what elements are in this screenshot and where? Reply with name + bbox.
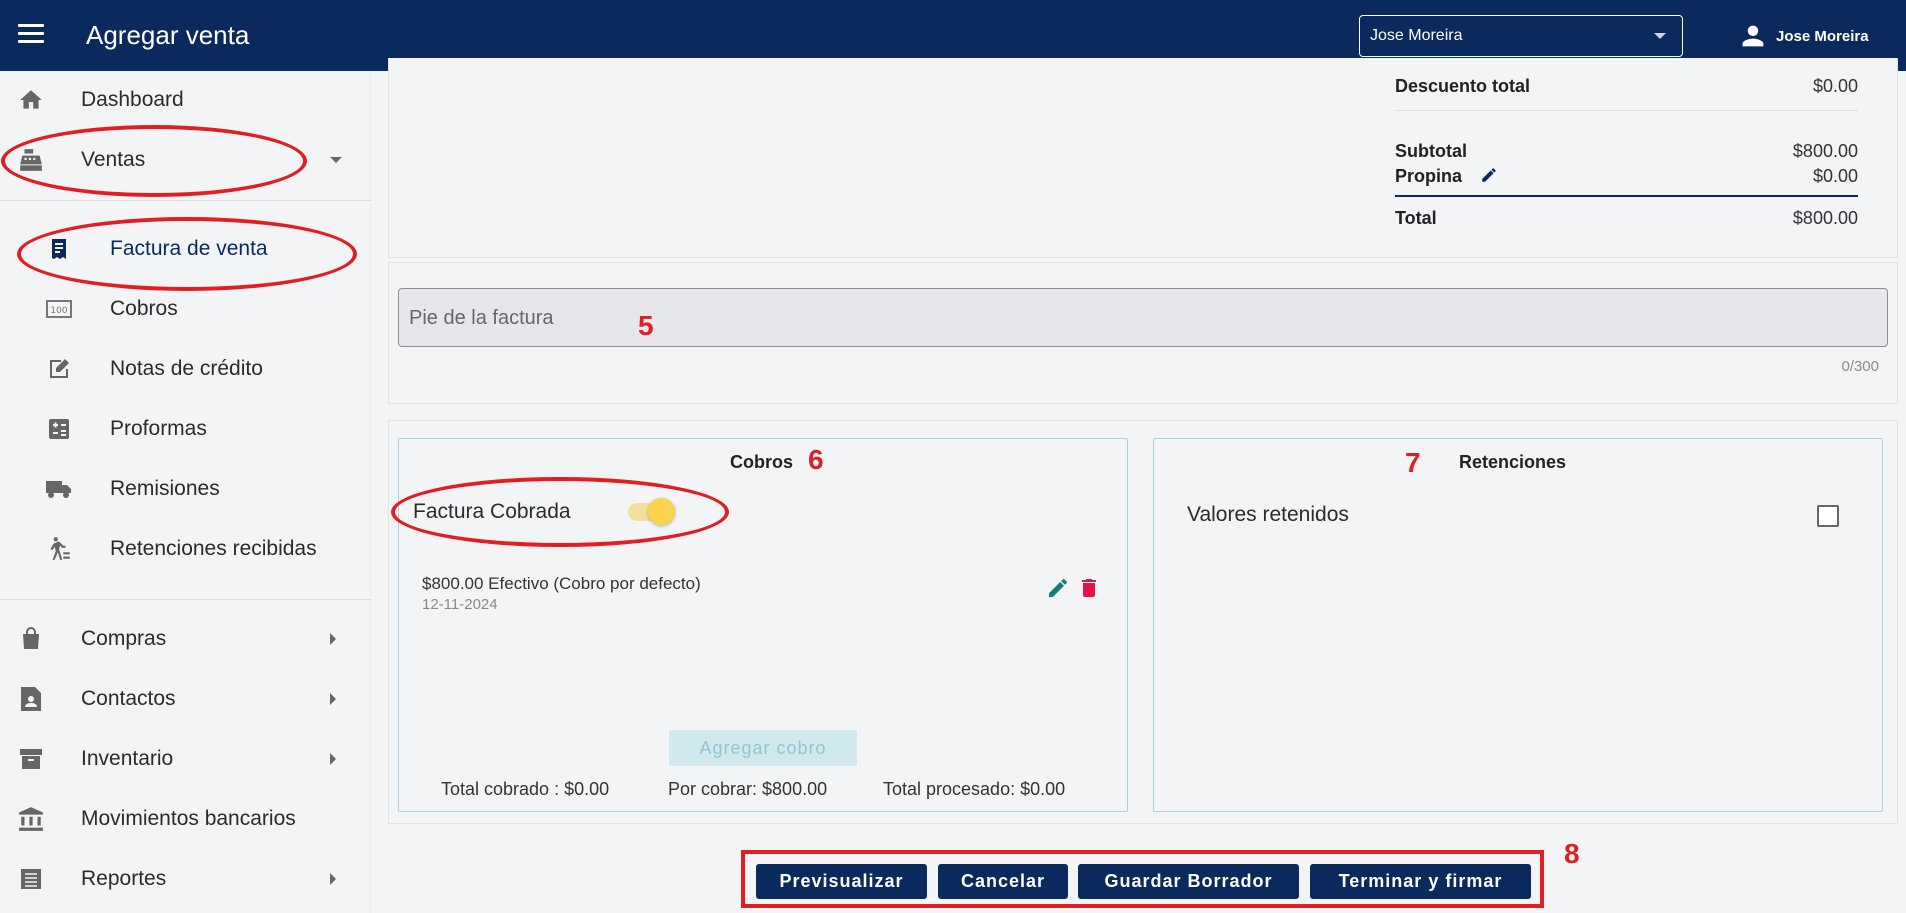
invoice-icon — [45, 235, 73, 263]
annotation-number-5: 5 — [638, 310, 654, 341]
report-icon — [17, 865, 45, 893]
contact-icon — [17, 685, 45, 713]
sidebar-item-cobros[interactable]: 100 Cobros — [0, 281, 371, 337]
chevron-right-icon — [330, 693, 336, 705]
chevron-down-icon — [330, 157, 342, 163]
account-name: Jose Moreira — [1776, 27, 1869, 45]
user-select-value: Jose Moreira — [1370, 27, 1463, 44]
propina-label: Propina — [1395, 166, 1463, 186]
subtotal-label: Subtotal — [1395, 141, 1467, 161]
total-procesado: Total procesado: $0.00 — [883, 779, 1066, 799]
note-edit-icon — [45, 355, 73, 383]
divider — [0, 200, 371, 201]
cash-icon: 100 — [45, 295, 73, 323]
sidebar-item-dashboard[interactable]: Dashboard — [0, 72, 371, 128]
walk-icon — [45, 535, 73, 563]
annotation-number-7: 7 — [1405, 447, 1421, 478]
archive-icon — [17, 745, 45, 773]
chevron-right-icon — [330, 633, 336, 645]
annotation-number-6: 6 — [808, 444, 824, 475]
sidebar-item-remisiones[interactable]: Remisiones — [0, 461, 371, 517]
sidebar-item-reportes[interactable]: Reportes — [0, 851, 371, 907]
chevron-right-icon — [330, 753, 336, 765]
add-cobro-button[interactable]: Agregar cobro — [669, 730, 857, 766]
cobro-item-line: $800.00 Efectivo (Cobro por defecto) — [422, 574, 701, 593]
edit-pencil-icon[interactable] — [1046, 576, 1072, 602]
page-title: Agregar venta — [86, 20, 250, 50]
descuento-value: $0.00 — [1812, 76, 1858, 96]
preview-button[interactable]: Previsualizar — [756, 864, 927, 899]
por-cobrar: Por cobrar: $800.00 — [668, 779, 828, 799]
retenciones-panel — [1153, 438, 1883, 812]
valores-retenidos-checkbox[interactable] — [1817, 505, 1839, 527]
sidebar-item-notas-de-credito[interactable]: Notas de crédito — [0, 341, 371, 397]
valores-retenidos-label: Valores retenidos — [1187, 503, 1349, 526]
bank-icon — [17, 805, 45, 833]
delete-trash-icon[interactable] — [1077, 576, 1103, 602]
shopping-bag-icon — [17, 625, 45, 653]
account-menu[interactable]: Jose Moreira — [1740, 23, 1869, 49]
sidebar-item-compras[interactable]: Compras — [0, 611, 371, 667]
sidebar: Dashboard Ventas Factura de venta 100 Co… — [0, 71, 371, 913]
svg-text:100: 100 — [50, 306, 67, 316]
footer-note-placeholder: Pie de la factura — [409, 307, 554, 329]
divider — [1395, 110, 1858, 111]
sidebar-item-inventario[interactable]: Inventario — [0, 731, 371, 787]
calculator-icon — [45, 415, 73, 443]
user-select[interactable]: Jose Moreira — [1359, 15, 1683, 57]
caret-down-icon — [1654, 33, 1666, 39]
factura-cobrada-label: Factura Cobrada — [413, 500, 571, 523]
cobro-item-date: 12-11-2024 — [422, 596, 498, 613]
sidebar-item-ventas[interactable]: Ventas — [0, 132, 371, 188]
cobros-title: Cobros — [730, 452, 793, 472]
hamburger-menu-icon[interactable] — [18, 24, 44, 46]
toggle-thumb[interactable] — [648, 498, 675, 525]
divider — [0, 599, 371, 600]
sidebar-item-contactos[interactable]: Contactos — [0, 671, 371, 727]
home-icon — [17, 86, 45, 114]
sidebar-item-factura-de-venta[interactable]: Factura de venta — [0, 221, 371, 277]
descuento-label: Descuento total — [1395, 76, 1531, 96]
cancel-button[interactable]: Cancelar — [938, 864, 1068, 899]
cash-register-icon — [17, 146, 45, 174]
finish-and-sign-button[interactable]: Terminar y firmar — [1310, 864, 1531, 899]
sidebar-item-movimientos-bancarios[interactable]: Movimientos bancarios — [0, 791, 371, 847]
retenciones-title: Retenciones — [1459, 452, 1567, 472]
propina-value: $0.00 — [1812, 166, 1858, 186]
footer-note-input[interactable]: Pie de la factura — [398, 288, 1888, 347]
sidebar-item-proformas[interactable]: Proformas — [0, 401, 371, 457]
descuento-row: Descuento total $0.00 — [1395, 76, 1858, 98]
sidebar-item-retenciones-recibidas[interactable]: Retenciones recibidas — [0, 521, 371, 577]
divider — [1395, 195, 1858, 197]
total-cobrado: Total cobrado : $0.00 — [441, 779, 610, 799]
chevron-right-icon — [330, 873, 336, 885]
total-value: $800.00 — [1792, 208, 1858, 228]
edit-pencil-icon[interactable] — [1480, 166, 1498, 189]
subtotal-value: $800.00 — [1792, 141, 1858, 161]
annotation-number-8: 8 — [1564, 838, 1580, 869]
truck-icon — [45, 475, 73, 503]
total-label: Total — [1395, 208, 1437, 228]
account-icon — [1742, 25, 1764, 47]
save-draft-button[interactable]: Guardar Borrador — [1078, 864, 1299, 899]
char-counter: 0/300 — [1841, 358, 1879, 375]
